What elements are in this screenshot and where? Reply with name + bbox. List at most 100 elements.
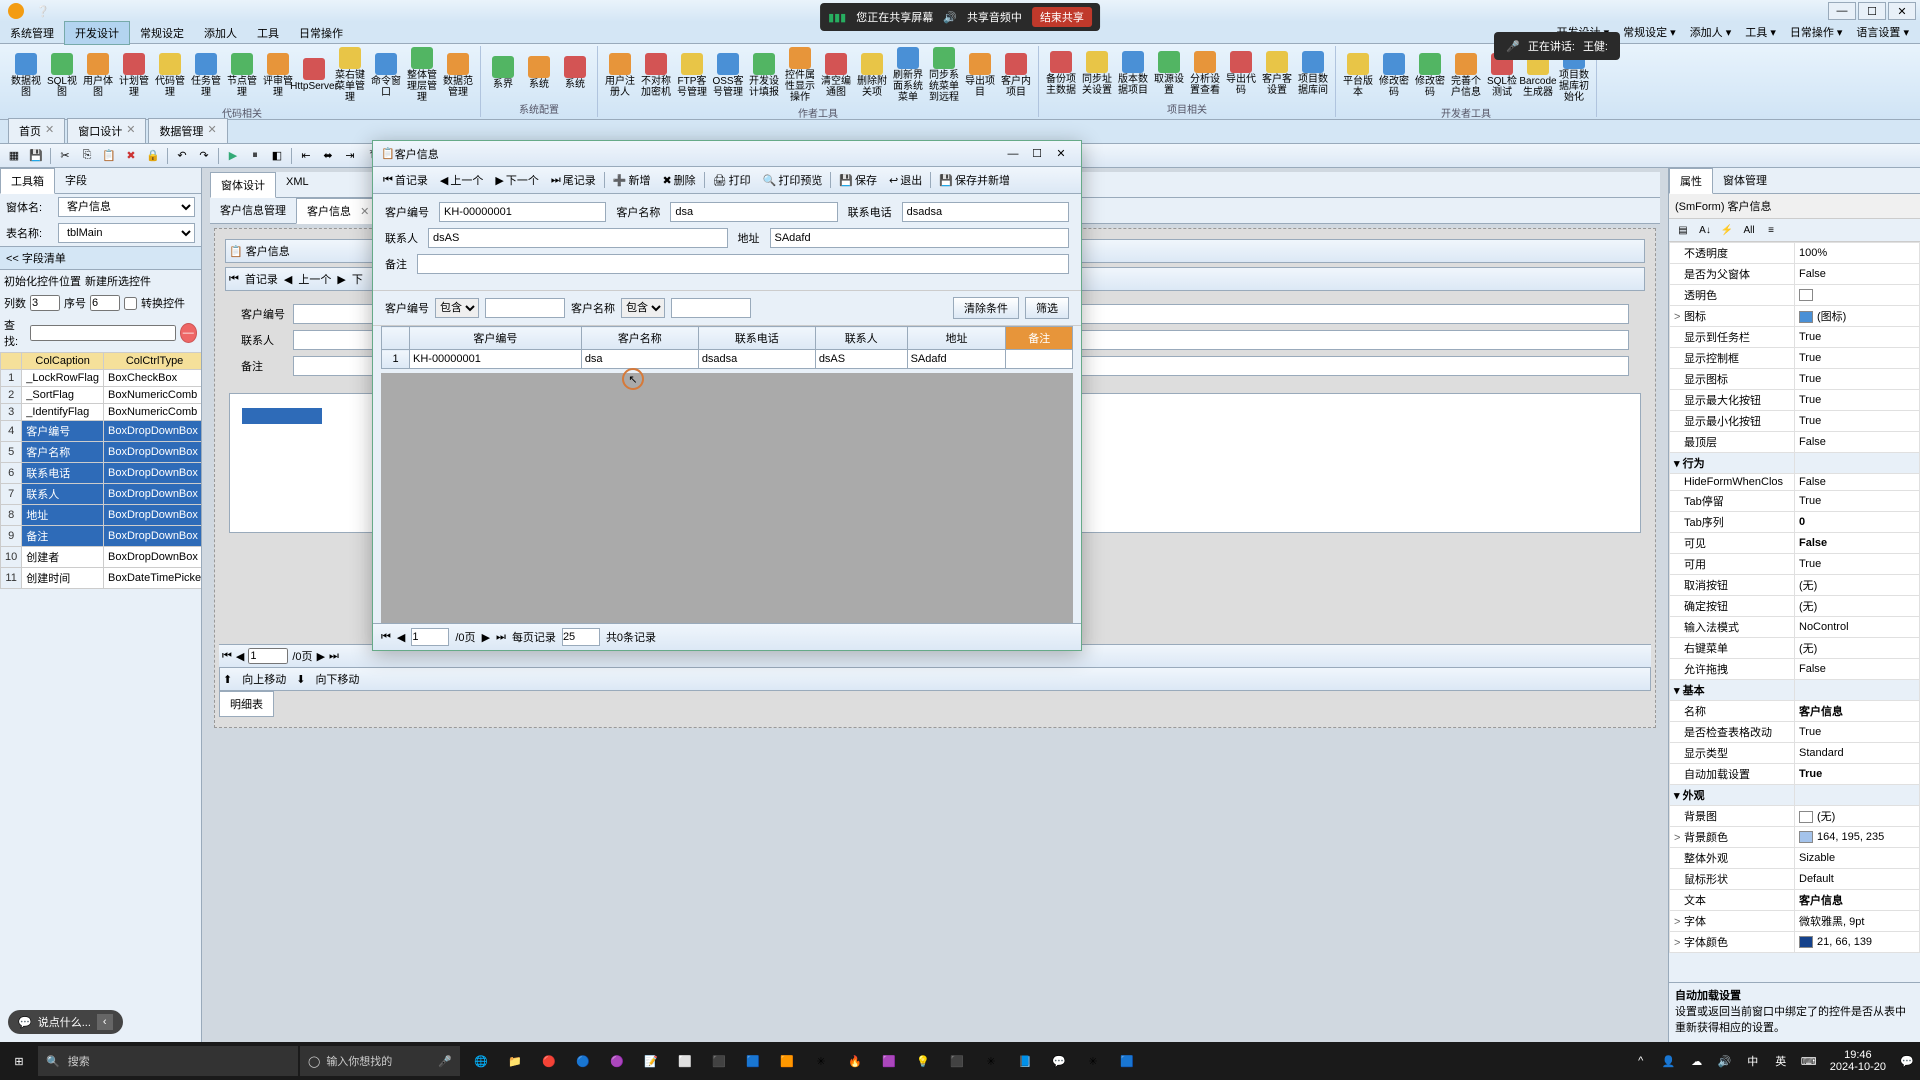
ribbon-2-7[interactable]: 删除附关项	[854, 52, 890, 99]
close-icon[interactable]: ✕	[207, 123, 216, 139]
right-menu-5[interactable]: 语言设置 ▾	[1850, 22, 1915, 42]
app-10[interactable]: 🟪	[872, 1042, 906, 1080]
ms-v2[interactable]	[671, 298, 751, 318]
prop-row[interactable]: 确定按钮(无)	[1670, 596, 1920, 617]
pg-page-input[interactable]	[248, 648, 288, 664]
close-button[interactable]: ✕	[1888, 2, 1916, 20]
prop-row[interactable]: 不透明度100%	[1670, 243, 1920, 264]
fields-grid[interactable]: ColCaptionColCtrlType1_LockRowFlagBoxChe…	[0, 352, 201, 1042]
app-3[interactable]: 📝	[634, 1042, 668, 1080]
tab-form-design[interactable]: 窗体设计	[210, 172, 276, 198]
prop-row[interactable]: ▾ 基本	[1670, 680, 1920, 701]
menu-tab-2[interactable]: 常规设定	[130, 22, 194, 44]
clear-filter-button[interactable]: 清除条件	[953, 297, 1019, 319]
mpg-page[interactable]	[411, 628, 449, 646]
copy-icon[interactable]: ⎘	[77, 147, 97, 165]
init-controls-button[interactable]: 初始化控件位置	[4, 273, 81, 289]
prop-row[interactable]: >字体颜色21, 66, 139	[1670, 932, 1920, 953]
prop-row[interactable]: 名称客户信息	[1670, 701, 1920, 722]
minimize-button[interactable]: —	[1828, 2, 1856, 20]
modal-grid-area[interactable]	[381, 373, 1073, 623]
ribbon-2-0[interactable]: 用户注册人	[602, 52, 638, 99]
menu-tab-3[interactable]: 添加人	[194, 22, 247, 44]
ribbon-0-12[interactable]: 数据范管理	[440, 52, 476, 99]
prop-row[interactable]: 显示到任务栏True	[1670, 327, 1920, 348]
pg-next-icon[interactable]: ▶	[317, 650, 325, 663]
debug-icon[interactable]: ◧	[267, 147, 287, 165]
prop-row[interactable]: >字体微软雅黑, 9pt	[1670, 911, 1920, 932]
table-select[interactable]: tblMain	[58, 223, 195, 243]
props-grid[interactable]: 不透明度100%是否为父窗体False透明色>图标(图标)显示到任务栏True显…	[1669, 242, 1920, 982]
field-row[interactable]: 4客户编号BoxDropDownBox	[1, 421, 202, 442]
modal-tb-2[interactable]: ▶下一个	[491, 170, 542, 190]
new-selected-control-button[interactable]: 新建所选控件	[85, 273, 151, 289]
menu-tab-0[interactable]: 系统管理	[0, 22, 64, 44]
modal-tb-7[interactable]: 🔍打印预览	[759, 170, 827, 190]
mpg-last-icon[interactable]: ⏭	[496, 631, 506, 644]
tray-ime-icon[interactable]: ⌨	[1796, 1055, 1822, 1068]
pg-first-icon[interactable]: ⏮	[222, 650, 232, 663]
col-input[interactable]	[30, 295, 60, 311]
menu-tab-1[interactable]: 开发设计	[64, 21, 130, 45]
new-icon[interactable]: ▦	[4, 147, 24, 165]
modal-tb-0[interactable]: ⏮首记录	[379, 170, 432, 190]
all-icon[interactable]: All	[1739, 221, 1759, 239]
field-row[interactable]: 6联系电话BoxDropDownBox	[1, 463, 202, 484]
app-11[interactable]: 💡	[906, 1042, 940, 1080]
app-5[interactable]: ⬛	[702, 1042, 736, 1080]
field-list-header[interactable]: << 字段清单	[0, 246, 201, 270]
prop-row[interactable]: 是否为父窗体False	[1670, 264, 1920, 285]
prop-row[interactable]: 显示图标True	[1670, 369, 1920, 390]
field-row[interactable]: 10创建者BoxDropDownBox	[1, 547, 202, 568]
prop-row[interactable]: 透明色	[1670, 285, 1920, 306]
chat-bubble[interactable]: 💬 说点什么... ‹	[8, 1010, 123, 1034]
help-icon[interactable]: ❔	[36, 5, 50, 18]
ribbon-2-9[interactable]: 同步系统菜单到远程	[926, 46, 962, 104]
ime-en[interactable]: 英	[1768, 1053, 1794, 1069]
ribbon-1-0[interactable]: 系界	[485, 55, 521, 91]
filter-button[interactable]: 筛选	[1025, 297, 1069, 319]
prop-row[interactable]: 右键菜单(无)	[1670, 638, 1920, 659]
app-15[interactable]: 🟦	[1110, 1042, 1144, 1080]
app-vs[interactable]: 🟣	[600, 1042, 634, 1080]
modal-tb-6[interactable]: 🖨打印	[709, 170, 755, 190]
move-down-icon[interactable]: ⬇	[296, 673, 305, 686]
clock[interactable]: 19:462024-10-20	[1824, 1049, 1892, 1073]
ribbon-4-3[interactable]: 完善个户信息	[1448, 52, 1484, 99]
m-f1-input[interactable]	[439, 202, 606, 222]
prop-row[interactable]: 背景图(无)	[1670, 806, 1920, 827]
ribbon-4-1[interactable]: 修改密码	[1376, 52, 1412, 99]
prop-row[interactable]: 显示类型Standard	[1670, 743, 1920, 764]
cut-icon[interactable]: ✂	[55, 147, 75, 165]
prop-row[interactable]: 显示最大化按钮True	[1670, 390, 1920, 411]
ribbon-2-1[interactable]: 不对称加密机	[638, 52, 674, 99]
tray-people-icon[interactable]: 👤	[1656, 1055, 1682, 1068]
prop-row[interactable]: ▾ 行为	[1670, 453, 1920, 474]
search-clear-icon[interactable]: —	[180, 323, 197, 343]
first-icon[interactable]: ⏮	[229, 273, 239, 286]
ribbon-0-9[interactable]: 菜右键菜单管理	[332, 46, 368, 104]
modal-tb-4[interactable]: ➕新增	[609, 170, 655, 190]
ribbon-3-7[interactable]: 项目数据库间	[1295, 50, 1331, 97]
right-menu-3[interactable]: 工具 ▾	[1739, 22, 1782, 42]
delete-icon[interactable]: ✖	[121, 147, 141, 165]
mpg-next-icon[interactable]: ▶	[482, 631, 490, 644]
pg-last-icon[interactable]: ⏭	[329, 650, 339, 663]
modal-tb-8[interactable]: 💾保存	[835, 170, 881, 190]
prop-row[interactable]: 文本客户信息	[1670, 890, 1920, 911]
app-9[interactable]: 🔥	[838, 1042, 872, 1080]
prev-icon[interactable]: ◀	[284, 273, 292, 286]
ribbon-2-2[interactable]: FTP客号管理	[674, 52, 710, 99]
m-f4-input[interactable]	[428, 228, 728, 248]
undo-icon[interactable]: ↶	[172, 147, 192, 165]
right-menu-1[interactable]: 常规设定 ▾	[1617, 22, 1682, 42]
field-row[interactable]: 1_LockRowFlagBoxCheckBox	[1, 370, 202, 387]
prop-row[interactable]: 显示控制框True	[1670, 348, 1920, 369]
tray-net-icon[interactable]: 🔊	[1712, 1055, 1738, 1068]
swap-checkbox[interactable]	[124, 297, 137, 310]
m-f5-input[interactable]	[770, 228, 1070, 248]
taskbar-search[interactable]: 🔍 搜索	[38, 1046, 298, 1076]
move-up-icon[interactable]: ⬆	[223, 673, 232, 686]
events-icon[interactable]: ⚡	[1717, 221, 1737, 239]
tray-cloud-icon[interactable]: ☁	[1684, 1055, 1710, 1068]
